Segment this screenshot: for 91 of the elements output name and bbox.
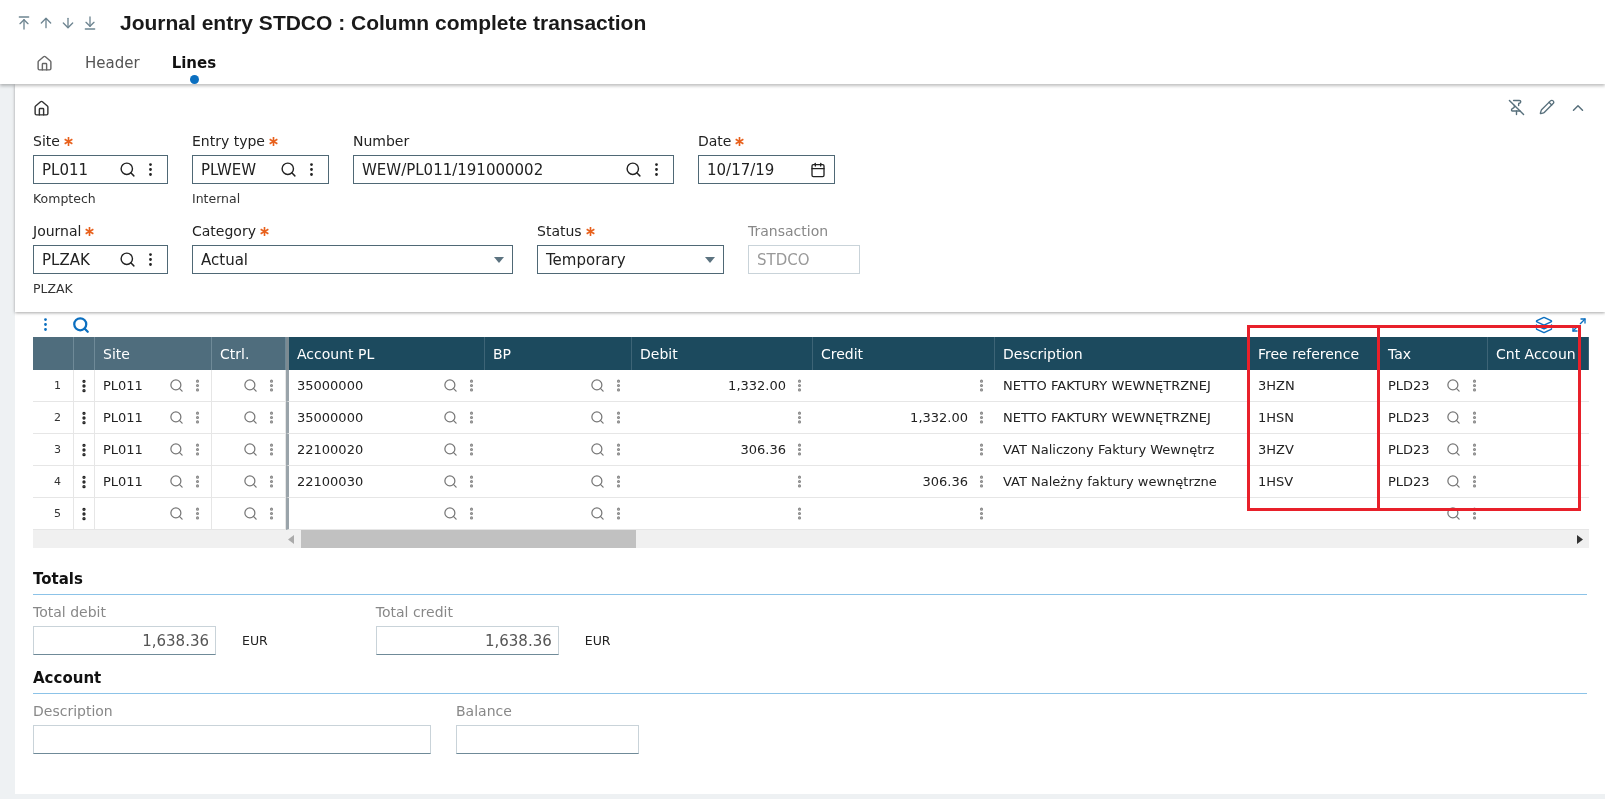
currency-label: EUR <box>584 633 611 648</box>
search-icon[interactable] <box>625 161 642 178</box>
column-header[interactable]: Debit <box>632 337 813 370</box>
table-cell-text: 35000000 <box>297 378 365 393</box>
table-cell-text: 35000000 <box>297 410 365 425</box>
table-cell-text: 1,332.00 <box>909 410 968 425</box>
table-cell-text: 306.36 <box>739 442 786 457</box>
row-number: 5 <box>54 507 61 520</box>
caret-icon[interactable] <box>705 256 715 263</box>
table-cell-text: PLD23 <box>1388 474 1431 489</box>
column-header[interactable]: Credit <box>813 337 995 370</box>
pin-icon[interactable] <box>1508 99 1525 116</box>
home-icon <box>36 55 53 72</box>
search-icon[interactable] <box>280 161 297 178</box>
table-cell-text: NETTO FAKTURY WEWNĘTRZNEJ <box>1003 378 1212 393</box>
row-number: 2 <box>54 411 61 424</box>
table-cell-text: 3HZV <box>1258 442 1295 457</box>
table-cell-text: NETTO FAKTURY WEWNĘTRZNEJ <box>1003 410 1212 425</box>
row-number: 1 <box>54 379 61 392</box>
table-cell-text: VAT Należny faktury wewnętrzne <box>1003 474 1218 489</box>
input-field[interactable]: PLZAK <box>33 245 168 274</box>
input-field[interactable] <box>33 725 431 754</box>
select-field[interactable]: Temporary <box>537 245 724 274</box>
table-cell-text: 1HSV <box>1258 474 1295 489</box>
field-note: Komptech <box>33 191 97 206</box>
column-header[interactable]: Ctrl. <box>212 337 286 370</box>
field-label: Number <box>353 133 410 149</box>
field-label: Balance <box>456 703 512 719</box>
column-header[interactable]: BP <box>485 337 632 370</box>
section-title: Totals <box>33 570 1587 595</box>
table-cell-text: VAT Naliczony Faktury Wewnętrz <box>1003 442 1216 457</box>
table-cell-text: PL011 <box>103 410 144 425</box>
table-cell-text: 1HSN <box>1258 410 1296 425</box>
field-label: Category <box>192 223 256 239</box>
column-header[interactable]: Site <box>95 337 212 370</box>
column-header[interactable]: Description <box>995 337 1250 370</box>
field-label: Transaction <box>748 223 829 239</box>
field-label: Journal <box>33 223 82 239</box>
column-header[interactable]: Free reference <box>1250 337 1380 370</box>
layers-icon[interactable] <box>1535 315 1553 334</box>
home-icon[interactable] <box>33 99 50 117</box>
tab[interactable]: Lines <box>165 54 223 84</box>
row-number: 3 <box>54 443 61 456</box>
column-header[interactable]: Cnt Accoun <box>1488 337 1589 370</box>
page-title: Journal entry STDCO : Column complete transaction <box>120 11 647 35</box>
table-cell-text: PL011 <box>103 378 144 393</box>
field-label: Entry type <box>192 133 265 149</box>
column-header[interactable]: Account PL <box>286 337 485 370</box>
scroll-right-icon[interactable] <box>1577 534 1583 544</box>
search-icon[interactable] <box>119 161 136 178</box>
column-header[interactable]: Tax <box>1380 337 1488 370</box>
table-cell-text: 306.36 <box>921 474 968 489</box>
last-record-icon[interactable] <box>82 15 98 31</box>
table-cell-text: 3HZN <box>1258 378 1296 393</box>
table-cell-text: 1,332.00 <box>727 378 786 393</box>
table-cell-text: PL011 <box>103 474 144 489</box>
expand-icon[interactable] <box>1571 316 1587 333</box>
field-label: Total debit <box>33 604 106 620</box>
table-cell-text: PLD23 <box>1388 378 1431 393</box>
table-cell-text: PL011 <box>103 442 144 457</box>
previous-record-icon[interactable] <box>38 15 54 31</box>
table-cell-text: PLD23 <box>1388 410 1431 425</box>
edit-icon[interactable] <box>1539 99 1555 115</box>
horizontal-scrollbar[interactable] <box>33 530 1589 548</box>
section-title: Account <box>33 669 1587 694</box>
table-cell-text: 22100030 <box>297 474 365 489</box>
caret-icon[interactable] <box>494 256 504 263</box>
search-icon[interactable] <box>119 251 136 268</box>
field-label: Site <box>33 133 60 149</box>
field-note: PLZAK <box>33 281 74 296</box>
input-field[interactable]: PL011 <box>33 155 168 184</box>
field-label: Status <box>537 223 582 239</box>
field-label: Date <box>698 133 732 149</box>
input-field[interactable]: WEW/PL011/191000002 <box>353 155 674 184</box>
input-field[interactable]: 1,638.36 <box>33 626 216 655</box>
row-number: 4 <box>54 475 61 488</box>
table-cell-text: PLD23 <box>1388 442 1431 457</box>
select-field[interactable]: Actual <box>192 245 513 274</box>
input-field[interactable]: PLWEW <box>192 155 329 184</box>
currency-label: EUR <box>242 633 268 648</box>
input-field[interactable] <box>456 725 639 754</box>
field-label: Description <box>33 703 113 719</box>
tab[interactable]: Header <box>79 54 146 84</box>
field-label: Total credit <box>375 604 453 620</box>
first-record-icon[interactable] <box>16 15 32 31</box>
input-field[interactable]: 1,638.36 <box>375 626 559 655</box>
table-cell-text: 22100020 <box>297 442 365 457</box>
next-record-icon[interactable] <box>60 15 76 31</box>
input-field[interactable]: 10/17/19 <box>698 155 835 184</box>
field-note: Internal <box>192 191 242 206</box>
calendar-icon[interactable] <box>810 161 826 178</box>
